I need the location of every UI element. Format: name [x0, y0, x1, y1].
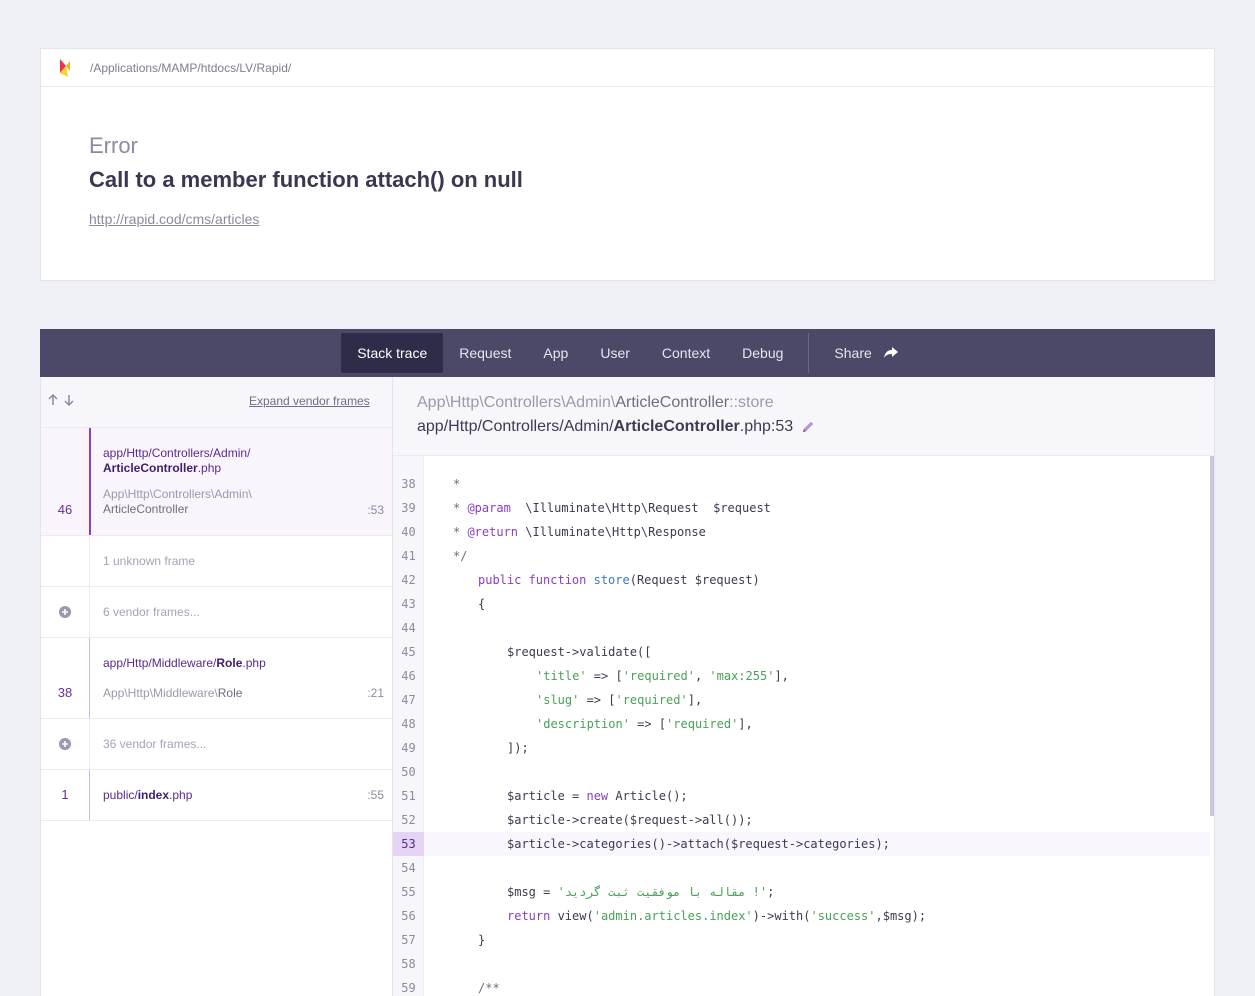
code-file-path: app/Http/Controllers/Admin/ArticleContro… [417, 417, 1214, 437]
error-header-card: /Applications/MAMP/htdocs/LV/Rapid/ Erro… [40, 48, 1215, 281]
expand-plus-icon [59, 738, 71, 750]
code-line: 43{ [401, 597, 486, 611]
code-scrollbar[interactable] [1210, 456, 1214, 816]
frame-file: app/Http/Controllers/Admin/ArticleContro… [103, 446, 251, 475]
frame-gutter-line [89, 587, 90, 637]
vendor-frames-item[interactable]: 6 vendor frames... [41, 587, 392, 638]
code-line: 42 public function store(Request $request… [401, 573, 760, 587]
code-line: 39 * @param \Illuminate\Http\Request $req… [401, 501, 771, 515]
navigate-frames-icon[interactable] [47, 392, 77, 408]
highlighted-code-line: 53 $article->categories()->attach($reques… [393, 832, 1210, 856]
error-message: Call to a member function attach() on nu… [89, 167, 523, 192]
frame-item[interactable]: 1 public/index.php :55 [41, 770, 392, 821]
code-line: 38 * [401, 477, 461, 491]
tab-context[interactable]: Context [646, 333, 726, 373]
edit-pencil-icon[interactable] [801, 420, 815, 434]
code-line: 58 [401, 957, 416, 971]
code-line: 40 * @return \Illuminate\Http\Response [401, 525, 706, 539]
code-line: 56 return view('admin.articles.index')->w… [401, 909, 927, 923]
frame-line-number: :55 [367, 788, 384, 802]
frame-file: public/index.php [103, 788, 193, 802]
code-line: 49]); [401, 741, 529, 755]
unknown-frame-label: 1 unknown frame [103, 554, 196, 568]
frame-gutter-line [89, 770, 90, 820]
frames-list: Expand vendor frames app/Http/Controller… [41, 377, 393, 996]
request-url-link[interactable]: http://rapid.cod/cms/articles [89, 211, 259, 227]
share-button[interactable]: Share [818, 333, 913, 373]
tab-app[interactable]: App [527, 333, 584, 373]
vendor-frames-item[interactable]: 36 vendor frames... [41, 719, 392, 770]
frame-item[interactable]: app/Http/Controllers/Admin/ArticleContro… [41, 428, 392, 536]
code-line: 48'description' => ['required'], [401, 717, 753, 731]
code-line: 55 $msg = 'مقاله با موفقیت ثبت گردید !'; [401, 885, 775, 899]
frame-number: 38 [57, 685, 73, 700]
frame-gutter-line [89, 719, 90, 769]
code-line: 57} [401, 933, 486, 947]
tab-request[interactable]: Request [443, 333, 527, 373]
frame-number: 1 [61, 787, 69, 802]
code-line: 59/** [401, 981, 500, 995]
frame-line-number: :53 [367, 503, 384, 517]
frame-gutter-line [89, 638, 90, 718]
code-line: 46'title' => ['required', 'max:255'], [401, 669, 789, 683]
expand-plus-icon [59, 606, 71, 618]
expand-vendor-frames-link[interactable]: Expand vendor frames [249, 394, 370, 408]
stack-trace-panel: Expand vendor frames app/Http/Controller… [40, 377, 1215, 996]
code-line: 45 $request->validate([ [401, 645, 652, 659]
tab-debug[interactable]: Debug [726, 333, 799, 373]
tab-stack-trace[interactable]: Stack trace [341, 333, 444, 373]
frames-header: Expand vendor frames [41, 377, 392, 428]
share-arrow-icon [883, 347, 898, 358]
vendor-frames-label: 6 vendor frames... [103, 605, 200, 619]
app-path: /Applications/MAMP/htdocs/LV/Rapid/ [90, 60, 292, 75]
code-area: 38 * 39 * @param \Illuminate\Http\Request … [393, 456, 1214, 996]
frame-file: app/Http/Middleware/Role.php [103, 656, 266, 670]
frame-gutter-line [89, 428, 91, 535]
code-line: 41 */ [401, 549, 468, 563]
share-label: Share [834, 345, 872, 361]
code-line: 44 [401, 621, 416, 635]
vendor-frames-label: 36 vendor frames... [103, 737, 207, 751]
tabs-bar: Stack trace Request App User Context Deb… [40, 329, 1215, 377]
tab-user[interactable]: User [584, 333, 646, 373]
frame-item[interactable]: app/Http/Middleware/Role.php 38 App\Http… [41, 638, 392, 719]
code-line: 54 [401, 861, 416, 875]
frame-line-number: :21 [367, 686, 384, 700]
frame-class: App\Http\Controllers\Admin\ ArticleContro… [103, 487, 252, 516]
code-line: 52 $article->create($request->all()); [401, 813, 753, 827]
frame-gutter-line [89, 536, 90, 586]
code-line: 51 $article = new Article(); [401, 789, 688, 803]
frame-number: 46 [57, 502, 73, 517]
tab-separator [808, 333, 810, 373]
code-line: 47'slug' => ['required'], [401, 693, 703, 707]
code-line: 50 [401, 765, 416, 779]
code-viewer: App\Http\Controllers\Admin\ArticleContro… [393, 377, 1214, 996]
ignition-logo-icon [60, 58, 70, 77]
error-class: Error [89, 133, 138, 158]
unknown-frame-item[interactable]: 1 unknown frame [41, 536, 392, 587]
code-class-method: App\Http\Controllers\Admin\ArticleContro… [417, 394, 774, 411]
code-header: App\Http\Controllers\Admin\ArticleContro… [393, 377, 1214, 456]
frame-class: App\Http\Middleware\Role [103, 686, 243, 700]
app-path-bar: /Applications/MAMP/htdocs/LV/Rapid/ [41, 49, 1214, 87]
